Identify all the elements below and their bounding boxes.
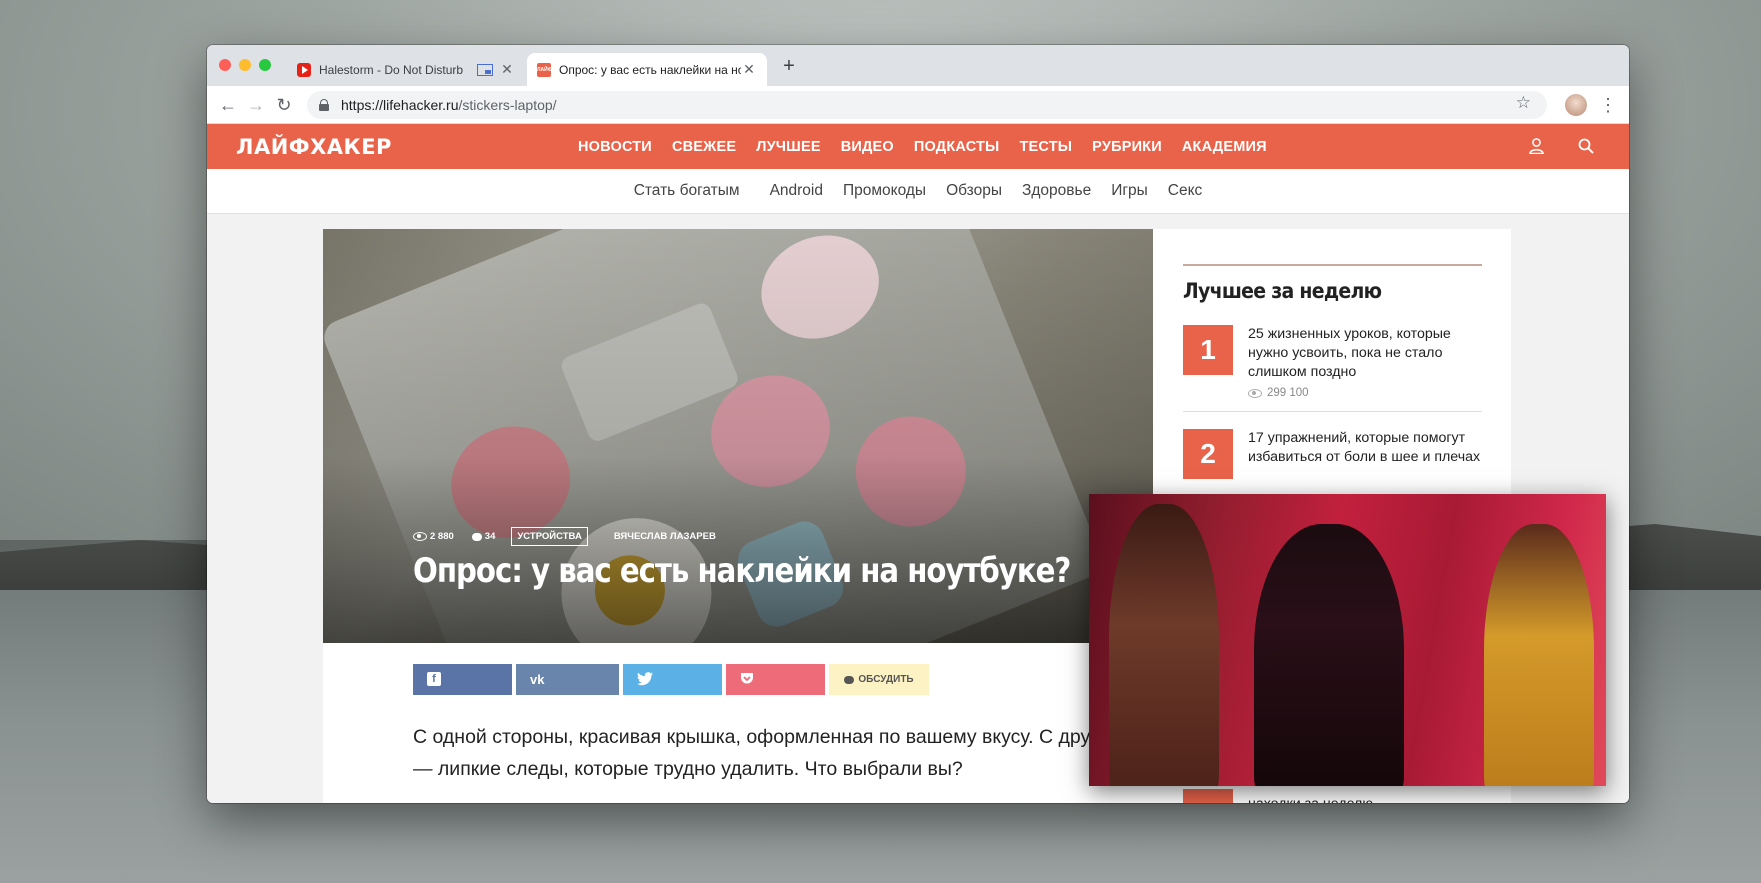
subnav-item-games[interactable]: Игры — [1111, 182, 1148, 200]
sub-nav: Стать богатым Android Промокоды Обзоры З… — [207, 169, 1629, 214]
rank-badge: 2 — [1183, 429, 1233, 479]
tab-lifehacker[interactable]: ЛАЙФ ХАКЕР Опрос: у вас есть наклейки на… — [527, 53, 767, 87]
maximize-window-button[interactable] — [259, 59, 271, 71]
nav-item-best[interactable]: ЛУЧШЕЕ — [756, 139, 821, 155]
nav-item-podcasts[interactable]: ПОДКАСТЫ — [914, 139, 1000, 155]
url-host: https://lifehacker.ru — [341, 97, 459, 113]
tab-halestorm[interactable]: Halestorm - Do Not Disturb ✕ — [287, 53, 525, 86]
list-item-title[interactable]: 25 жизненных уроков, которые нужно усвои… — [1248, 325, 1482, 382]
article-title: Опрос: у вас есть наклейки на ноутбуке? — [413, 551, 1071, 591]
share-facebook-button[interactable]: f — [413, 664, 512, 695]
views-icon — [1248, 388, 1262, 398]
video-person-right — [1484, 524, 1594, 786]
site-header: ЛАЙФХАКЕР НОВОСТИ СВЕЖЕЕ ЛУЧШЕЕ ВИДЕО ПО… — [207, 124, 1629, 169]
nav-item-tests[interactable]: ТЕСТЫ — [1019, 139, 1072, 155]
close-window-button[interactable] — [219, 59, 231, 71]
article-lead-text: С одной стороны, красивая крышка, оформл… — [413, 726, 1119, 780]
share-twitter-button[interactable] — [623, 664, 722, 695]
picture-in-picture-icon — [477, 63, 493, 76]
subnav-item-health[interactable]: Здоровье — [1022, 182, 1091, 200]
share-pocket-button[interactable] — [726, 664, 825, 695]
comments-count[interactable]: 34 — [485, 531, 496, 542]
twitter-bird-icon — [637, 672, 653, 686]
subnav-item-android[interactable]: Android — [770, 182, 823, 200]
subnav-item-reviews[interactable]: Обзоры — [946, 182, 1002, 200]
views-icon — [413, 532, 427, 541]
tab-strip: Halestorm - Do Not Disturb ✕ ЛАЙФ ХАКЕР … — [207, 45, 1629, 87]
list-divider — [1183, 411, 1482, 412]
facebook-icon: f — [427, 672, 441, 686]
rank-badge: 1 — [1183, 325, 1233, 375]
address-bar[interactable]: https://lifehacker.ru /stickers-laptop/ … — [307, 91, 1547, 119]
comments-icon — [471, 532, 482, 541]
tab-title: Halestorm - Do Not Disturb — [319, 62, 464, 77]
close-tab-icon[interactable]: ✕ — [741, 61, 757, 78]
nav-item-academy[interactable]: АКАДЕМИЯ — [1182, 139, 1267, 155]
list-item-title[interactable]: находки за неделю — [1248, 795, 1482, 803]
list-item-views: 299 100 — [1248, 387, 1309, 399]
nav-item-rubrics[interactable]: РУБРИКИ — [1092, 139, 1162, 155]
article-meta: 2 880 34 УСТРОЙСТВА ВЯЧЕСЛАВ ЛАЗАРЕВ — [413, 527, 716, 546]
comment-bubble-icon — [844, 675, 855, 684]
views-count: 299 100 — [1267, 387, 1309, 399]
list-item[interactable]: 2 17 упражнений, которые помогут избавит… — [1183, 429, 1482, 489]
nav-item-video[interactable]: ВИДЕО — [841, 139, 894, 155]
article-hero-image[interactable]: 2 880 34 УСТРОЙСТВА ВЯЧЕСЛАВ ЛАЗАРЕВ Опр… — [323, 229, 1153, 643]
minimize-window-button[interactable] — [239, 59, 251, 71]
picture-in-picture-video[interactable] — [1089, 494, 1606, 786]
video-person-center — [1254, 524, 1404, 786]
reload-button[interactable]: ↻ — [272, 94, 296, 116]
list-item-title[interactable]: 17 упражнений, которые помогут избавитьс… — [1248, 429, 1482, 467]
site-logo[interactable]: ЛАЙФХАКЕР — [236, 135, 392, 159]
category-tag[interactable]: УСТРОЙСТВА — [511, 527, 588, 546]
subnav-item-sex[interactable]: Секс — [1168, 182, 1203, 200]
url-path: /stickers-laptop/ — [458, 97, 557, 113]
share-buttons: f vk ОБСУДИТЬ — [413, 664, 933, 695]
discuss-button[interactable]: ОБСУДИТЬ — [829, 664, 929, 695]
browser-menu-icon[interactable]: ⋮ — [1599, 94, 1617, 116]
video-person-left — [1109, 504, 1219, 786]
author-name[interactable]: ВЯЧЕСЛАВ ЛАЗАРЕВ — [614, 531, 716, 542]
new-tab-button[interactable]: + — [777, 55, 801, 78]
discuss-label: ОБСУДИТЬ — [858, 674, 914, 685]
close-tab-icon[interactable]: ✕ — [499, 61, 515, 78]
back-button[interactable]: ← — [216, 94, 240, 116]
rank-badge: 5 — [1183, 789, 1233, 803]
bookmark-star-icon[interactable]: ☆ — [1516, 93, 1531, 113]
profile-avatar[interactable] — [1565, 94, 1587, 116]
lifehacker-icon: ЛАЙФ ХАКЕР — [537, 62, 554, 87]
browser-toolbar: ← → ↻ https://lifehacker.ru /stickers-la… — [207, 86, 1629, 124]
nav-item-fresh[interactable]: СВЕЖЕЕ — [672, 139, 736, 155]
views-count: 2 880 — [430, 531, 454, 542]
user-icon[interactable] — [1529, 138, 1544, 154]
main-nav: НОВОСТИ СВЕЖЕЕ ЛУЧШЕЕ ВИДЕО ПОДКАСТЫ ТЕС… — [578, 124, 1287, 169]
youtube-icon — [297, 62, 311, 77]
subnav-item-rich[interactable]: Стать богатым — [634, 182, 740, 200]
list-item[interactable]: 5 находки за неделю — [1183, 789, 1482, 803]
pocket-icon — [741, 673, 753, 684]
nav-item-news[interactable]: НОВОСТИ — [578, 139, 652, 155]
forward-button[interactable]: → — [244, 94, 268, 116]
sidebar-divider — [1183, 264, 1482, 266]
lock-icon — [319, 99, 329, 111]
tab-title: Опрос: у вас есть наклейки на ноутбуке? — [559, 62, 741, 77]
search-icon[interactable] — [1578, 138, 1594, 154]
share-vk-button[interactable]: vk — [516, 664, 619, 695]
sidebar-title: Лучшее за неделю — [1183, 279, 1382, 303]
vk-icon: vk — [530, 672, 545, 687]
subnav-item-promocodes[interactable]: Промокоды — [843, 182, 926, 200]
list-item[interactable]: 1 25 жизненных уроков, которые нужно усв… — [1183, 325, 1482, 405]
